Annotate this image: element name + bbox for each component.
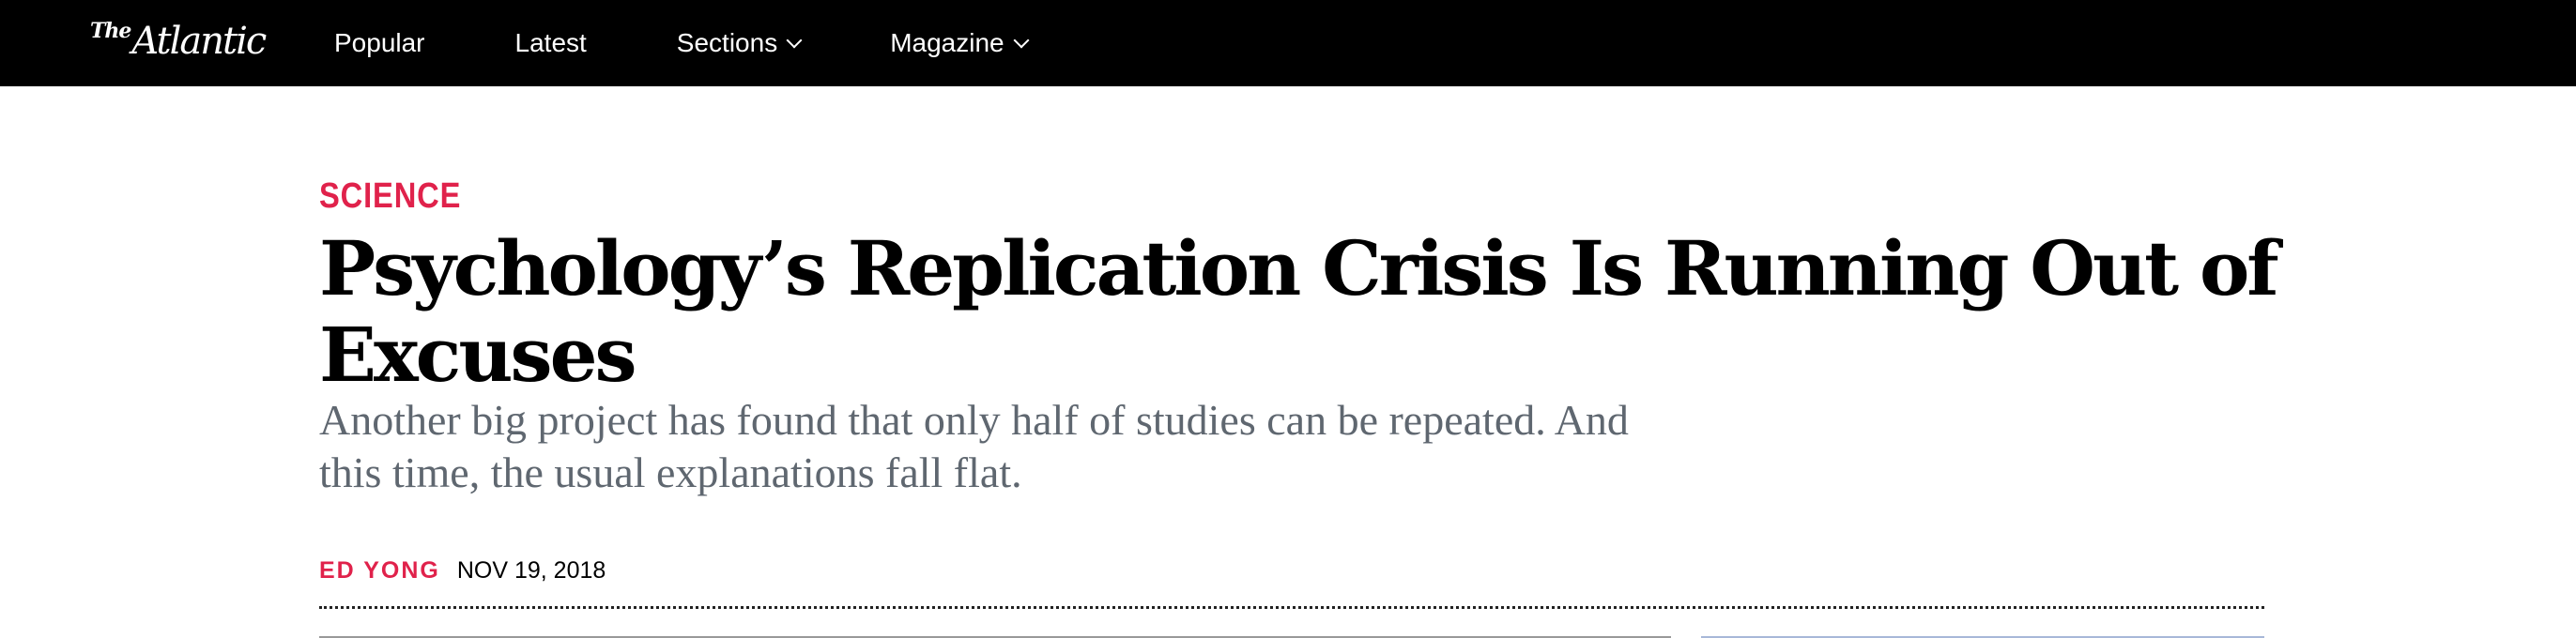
nav-magazine-label: Magazine: [890, 28, 1004, 57]
the-atlantic-logo[interactable]: The Atlantic: [90, 17, 267, 69]
byline: ED YONG NOV 19, 2018: [319, 557, 606, 585]
nav-magazine[interactable]: Magazine: [890, 28, 1030, 58]
nav-latest[interactable]: Latest: [515, 28, 587, 58]
top-navbar: The Atlantic Popular Latest Sections Mag…: [0, 0, 2576, 86]
logo-name: Atlantic: [131, 20, 267, 63]
author-link[interactable]: ED YONG: [319, 557, 440, 585]
article-dek: Another big project has found that only …: [319, 396, 1629, 496]
main-nav: Popular Latest Sections Magazine: [334, 0, 1117, 86]
chevron-down-icon: [786, 32, 803, 49]
dotted-divider: [319, 606, 2264, 609]
nav-popular-label: Popular: [334, 28, 425, 57]
nav-sections-label: Sections: [676, 28, 778, 57]
logo-prefix: The: [90, 19, 131, 43]
nav-sections[interactable]: Sections: [676, 28, 803, 58]
publish-date: NOV 19, 2018: [456, 557, 606, 584]
section-link[interactable]: SCIENCE: [319, 178, 461, 214]
nav-popular[interactable]: Popular: [334, 28, 425, 58]
chevron-down-icon: [1013, 32, 1030, 49]
article-headline: Psychology’s Replication Crisis Is Runni…: [319, 224, 2279, 399]
nav-latest-label: Latest: [514, 28, 587, 57]
